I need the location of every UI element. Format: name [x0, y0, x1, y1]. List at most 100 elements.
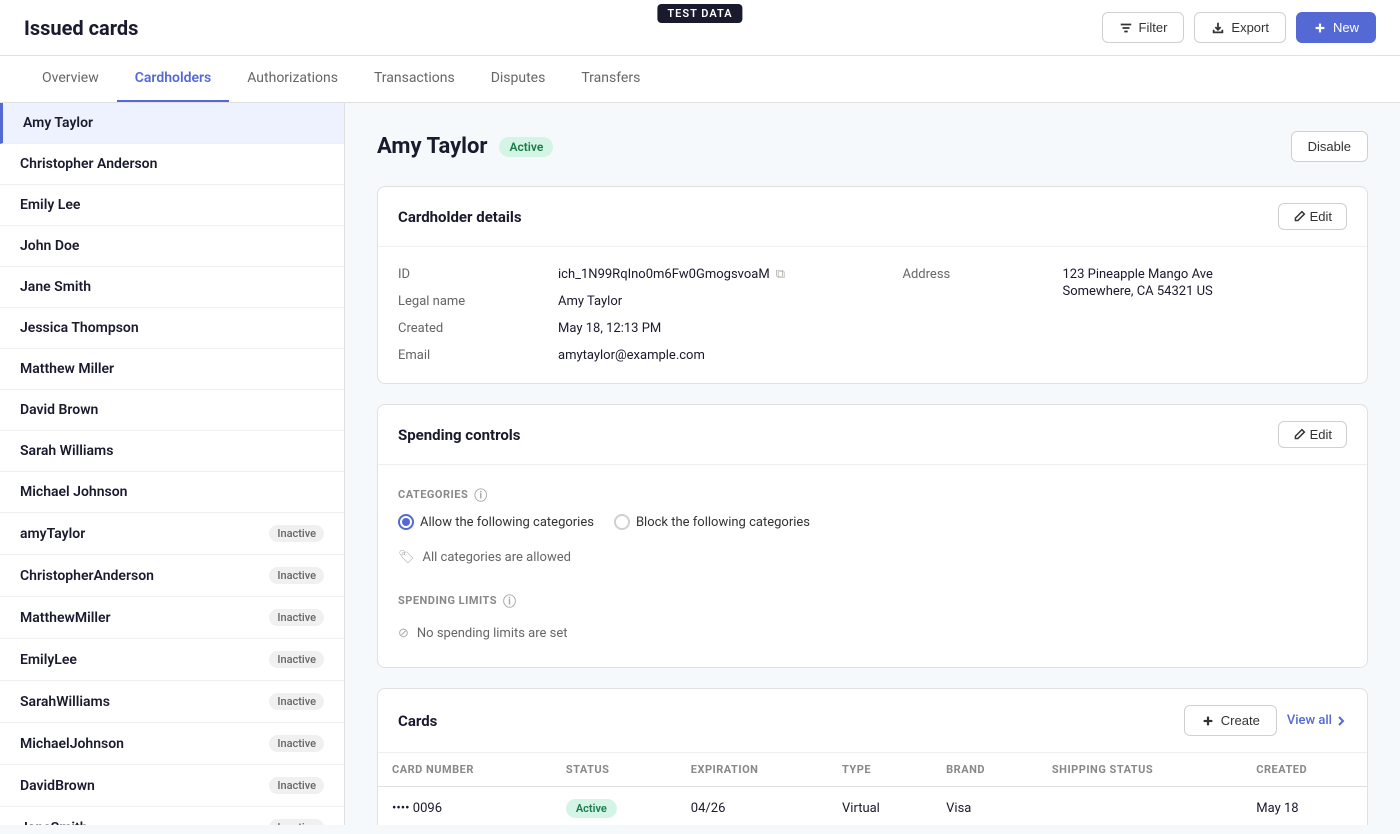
sidebar-item-amytaylor[interactable]: amyTaylor Inactive	[0, 513, 344, 555]
sidebar-item-matthew-miller[interactable]: Matthew Miller	[0, 349, 344, 390]
tab-overview[interactable]: Overview	[24, 56, 117, 102]
sidebar-item-jane-smith[interactable]: Jane Smith	[0, 267, 344, 308]
sidebar-item-sarah-williams[interactable]: Sarah Williams	[0, 431, 344, 472]
tab-transfers[interactable]: Transfers	[563, 56, 658, 102]
sidebar-item-michael-johnson[interactable]: Michael Johnson	[0, 472, 344, 513]
sidebar-item-name: Emily Lee	[20, 197, 80, 213]
email-label: Email	[398, 348, 538, 363]
table-row[interactable]: •••• 0096 Active 04/26 Virtual Visa May …	[378, 787, 1367, 826]
sidebar-item-christopheranderson[interactable]: ChristopherAndersonInactive	[0, 555, 344, 597]
copy-id-icon[interactable]: ⧉	[776, 267, 785, 282]
address-label: Address	[903, 267, 1043, 363]
created-label: Created	[398, 321, 538, 336]
tab-transactions[interactable]: Transactions	[356, 56, 473, 102]
inactive-badge: Inactive	[269, 693, 324, 710]
sidebar-item-name: David Brown	[20, 402, 98, 418]
tab-disputes[interactable]: Disputes	[473, 56, 564, 102]
created-cell: May 18	[1242, 787, 1367, 826]
col-shipping-status: SHIPPING STATUS	[1038, 753, 1242, 787]
tab-authorizations[interactable]: Authorizations	[229, 56, 356, 102]
filter-button[interactable]: Filter	[1102, 12, 1185, 43]
app-title: Issued cards	[24, 16, 138, 40]
sidebar-item-davidbrown[interactable]: DavidBrownInactive	[0, 765, 344, 807]
sidebar-item-emily-lee[interactable]: Emily Lee	[0, 185, 344, 226]
allow-categories-option[interactable]: Allow the following categories	[398, 514, 594, 530]
cardholder-details-title: Cardholder details	[398, 208, 522, 226]
view-all-link[interactable]: View all	[1287, 713, 1347, 728]
sidebar-item-janesmith[interactable]: JaneSmith Inactive	[0, 807, 344, 825]
cards-section-header: Cards Create View all	[378, 689, 1367, 753]
table-header-row: CARD NUMBER STATUS EXPIRATION TYPE BRAND…	[378, 753, 1367, 787]
content-title-area: Amy Taylor Active	[377, 134, 553, 159]
sidebar-item-david-brown[interactable]: David Brown	[0, 390, 344, 431]
col-created: CREATED	[1242, 753, 1367, 787]
cards-section: Cards Create View all CARD	[377, 688, 1368, 825]
sidebar-item-jessica-thompson[interactable]: Jessica Thompson	[0, 308, 344, 349]
spending-limits-label: SPENDING LIMITS	[398, 594, 497, 607]
sidebar-item-name: MichaelJohnson	[20, 736, 124, 752]
sidebar-item-name: amyTaylor	[20, 526, 85, 542]
status-cell: Active	[552, 787, 677, 826]
tabs-bar: Overview Cardholders Authorizations Tran…	[0, 56, 1400, 103]
card-number-cell: •••• 0096	[378, 787, 552, 826]
inactive-badge: Inactive	[269, 819, 324, 825]
new-button[interactable]: New	[1296, 12, 1376, 43]
type-cell: Virtual	[828, 787, 932, 826]
sidebar-item-name: Christopher Anderson	[20, 156, 157, 172]
categories-label: CATEGORIES	[398, 488, 468, 501]
sidebar-item-name: EmilyLee	[20, 652, 77, 668]
no-limits-icon: ⊘	[398, 626, 409, 641]
inactive-badge: Inactive	[269, 651, 324, 668]
sidebar: Amy Taylor Christopher Anderson Emily Lee J…	[0, 103, 345, 825]
sidebar-item-name: Jane Smith	[20, 279, 91, 295]
cards-table-wrapper: CARD NUMBER STATUS EXPIRATION TYPE BRAND…	[378, 753, 1367, 825]
sidebar-item-name: SarahWilliams	[20, 694, 110, 710]
inactive-badge: Inactive	[269, 525, 324, 542]
tag-icon: 🏷	[398, 550, 415, 565]
sidebar-item-name: Amy Taylor	[23, 115, 93, 131]
expiration-cell: 04/26	[677, 787, 828, 826]
sidebar-item-michaeljohnson[interactable]: MichaelJohnson Inactive	[0, 723, 344, 765]
test-data-banner: TEST DATA	[657, 4, 742, 23]
spending-controls-title: Spending controls	[398, 426, 520, 444]
legal-name-label: Legal name	[398, 294, 538, 309]
sidebar-item-name: Matthew Miller	[20, 361, 114, 377]
inactive-badge: Inactive	[269, 735, 324, 752]
cardholder-details-header: Cardholder details Edit	[378, 187, 1367, 247]
sidebar-item-name: JaneSmith	[20, 820, 88, 826]
id-label: ID	[398, 267, 538, 282]
address-value: 123 Pineapple Mango Ave Somewhere, CA 54…	[1063, 267, 1348, 363]
categories-info-icon: ⓘ	[474, 485, 488, 504]
sidebar-item-name: MatthewMiller	[20, 610, 111, 626]
cardholder-name: Amy Taylor	[377, 134, 487, 159]
categories-radio-group: Allow the following categories Block the…	[398, 514, 1347, 530]
sidebar-item-matthewmiller[interactable]: MatthewMiller Inactive	[0, 597, 344, 639]
spending-controls-edit-button[interactable]: Edit	[1278, 421, 1347, 448]
sidebar-item-amy-taylor[interactable]: Amy Taylor	[0, 103, 344, 144]
brand-cell: Visa	[932, 787, 1038, 826]
shipping-status-cell	[1038, 787, 1242, 826]
content-area: Amy Taylor Active Disable Cardholder det…	[345, 103, 1400, 825]
spending-controls-section: Spending controls Edit CATEGORIES ⓘ Allo…	[377, 404, 1368, 668]
sidebar-item-name: ChristopherAnderson	[20, 568, 154, 584]
sidebar-item-john-doe[interactable]: John Doe	[0, 226, 344, 267]
block-categories-option[interactable]: Block the following categories	[614, 514, 810, 530]
col-status: STATUS	[552, 753, 677, 787]
created-value: May 18, 12:13 PM	[558, 321, 843, 336]
sidebar-item-sarahwilliams[interactable]: SarahWilliams Inactive	[0, 681, 344, 723]
sidebar-item-emilylee[interactable]: EmilyLee Inactive	[0, 639, 344, 681]
inactive-badge: Inactive	[269, 609, 324, 626]
cards-section-title: Cards	[398, 712, 437, 730]
main-layout: Amy Taylor Christopher Anderson Emily Lee J…	[0, 103, 1400, 825]
export-button[interactable]: Export	[1194, 12, 1286, 43]
cardholder-details-edit-button[interactable]: Edit	[1278, 203, 1347, 230]
legal-name-value: Amy Taylor	[558, 294, 843, 309]
create-card-button[interactable]: Create	[1184, 705, 1277, 736]
tab-cardholders[interactable]: Cardholders	[117, 56, 230, 102]
top-bar-actions: Filter Export New	[1102, 12, 1376, 43]
sidebar-item-christopher-anderson[interactable]: Christopher Anderson	[0, 144, 344, 185]
cardholder-details-body: ID ich_1N99RqIno0m6Fw0GmogsvoaM ⧉ Legal …	[378, 247, 1367, 383]
sidebar-item-name: Sarah Williams	[20, 443, 113, 459]
disable-button[interactable]: Disable	[1291, 131, 1368, 162]
cards-table: CARD NUMBER STATUS EXPIRATION TYPE BRAND…	[378, 753, 1367, 825]
